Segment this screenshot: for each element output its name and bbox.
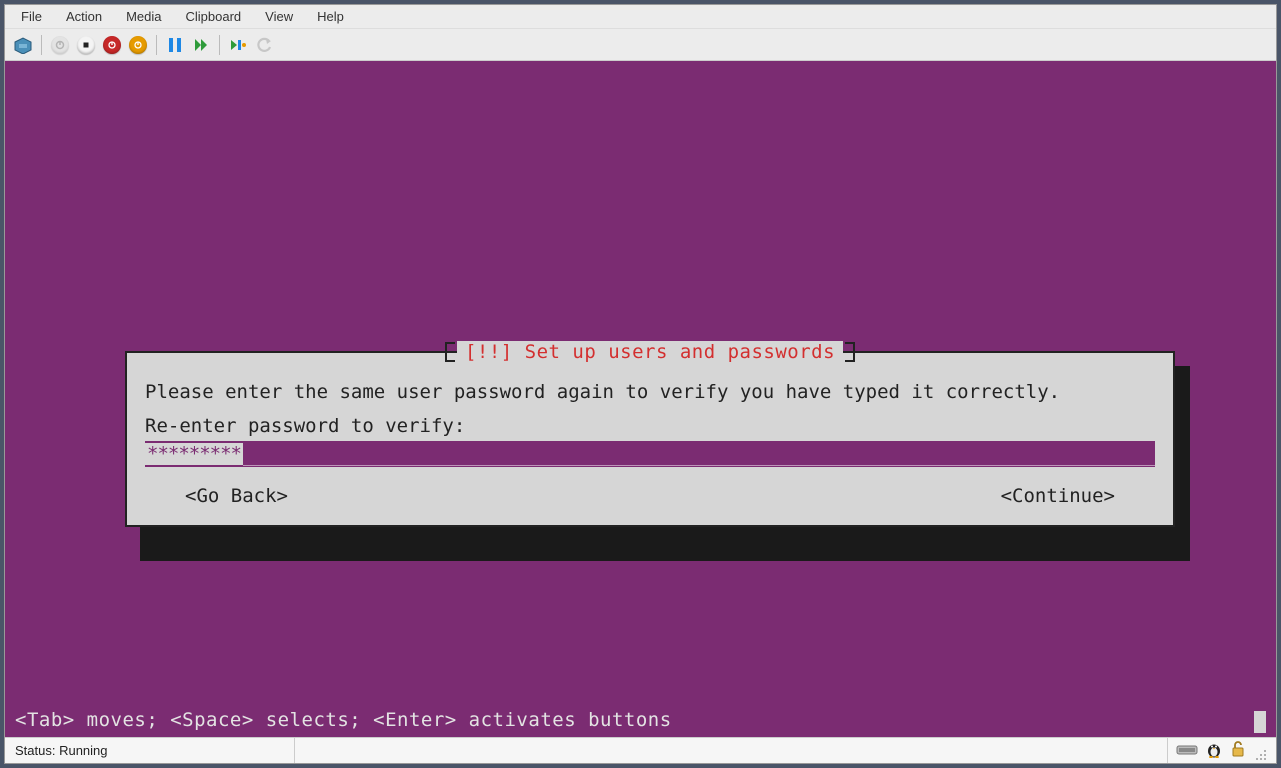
toolbar xyxy=(5,29,1276,61)
dialog-actions: <Go Back> <Continue> xyxy=(145,485,1155,507)
status-tray xyxy=(1168,738,1276,763)
pause-icon[interactable] xyxy=(165,35,185,55)
vm-connection-window: File Action Media Clipboard View Help xyxy=(4,4,1277,764)
vm-display[interactable]: [!!] Set up users and passwords Please e… xyxy=(5,61,1276,737)
password-fill-line xyxy=(243,446,1155,466)
dialog-title: [!!] Set up users and passwords xyxy=(457,341,843,363)
keyboard-hint: <Tab> moves; <Space> selects; <Enter> ac… xyxy=(15,709,672,731)
status-spacer xyxy=(295,738,1168,763)
menu-action[interactable]: Action xyxy=(54,6,114,27)
password-masked-value: ********* xyxy=(145,443,243,465)
status-text: Status: Running xyxy=(5,738,295,763)
shutdown-icon[interactable] xyxy=(102,35,122,55)
password-prompt-label: Re-enter password to verify: xyxy=(145,415,1155,437)
reset-icon[interactable] xyxy=(191,35,211,55)
menu-clipboard[interactable]: Clipboard xyxy=(174,6,254,27)
text-cursor xyxy=(1254,711,1266,733)
keyboard-icon xyxy=(1176,743,1198,758)
continue-button[interactable]: <Continue> xyxy=(1001,485,1115,507)
ctrl-alt-del-icon[interactable] xyxy=(13,35,33,55)
menu-file[interactable]: File xyxy=(9,6,54,27)
go-back-button[interactable]: <Go Back> xyxy=(185,485,288,507)
save-state-icon[interactable] xyxy=(128,35,148,55)
menu-help[interactable]: Help xyxy=(305,6,356,27)
toolbar-separator xyxy=(219,35,220,55)
power-on-icon xyxy=(50,35,70,55)
penguin-icon xyxy=(1206,740,1222,761)
menu-media[interactable]: Media xyxy=(114,6,173,27)
dialog-instruction: Please enter the same user password agai… xyxy=(145,381,1155,403)
installer-dialog: [!!] Set up users and passwords Please e… xyxy=(125,351,1175,527)
dialog-title-bar: [!!] Set up users and passwords xyxy=(127,341,1173,363)
revert-icon xyxy=(254,35,274,55)
turn-off-icon[interactable] xyxy=(76,35,96,55)
password-input[interactable]: ********* xyxy=(145,441,1155,467)
menu-view[interactable]: View xyxy=(253,6,305,27)
menubar: File Action Media Clipboard View Help xyxy=(5,5,1276,29)
toolbar-separator xyxy=(41,35,42,55)
statusbar: Status: Running xyxy=(5,737,1276,763)
resize-grip-icon[interactable] xyxy=(1254,746,1268,763)
lock-open-icon[interactable] xyxy=(1230,740,1246,761)
checkpoint-icon[interactable] xyxy=(228,35,248,55)
toolbar-separator xyxy=(156,35,157,55)
